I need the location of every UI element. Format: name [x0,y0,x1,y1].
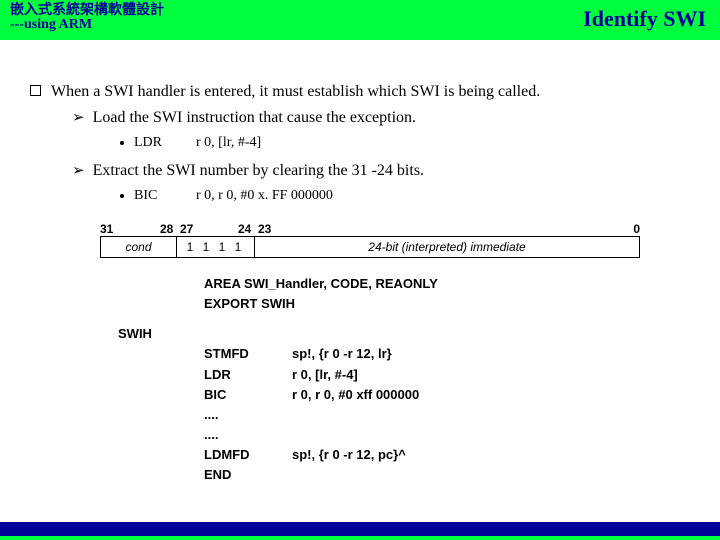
asm-stmfd-arg: sp!, {r 0 -r 12, lr} [292,344,392,364]
arrowhead-icon: ➢ [72,106,85,130]
asm-ldmfd-arg: sp!, {r 0 -r 12, pc}^ [292,445,406,465]
hollow-square-icon [30,85,41,96]
field-cond: cond [101,237,177,257]
code-line-1: LDR r 0, [lr, #-4] [30,132,690,153]
dot-icon [120,141,124,145]
bit-labels-row: 31 28 27 24 23 0 [100,220,640,236]
dot-icon [120,194,124,198]
asm-dots2: .... [204,425,292,445]
bit-24: 24 [238,220,251,238]
asm-ldr-mn: LDR [204,365,292,385]
slide-content: When a SWI handler is entered, it must e… [0,40,720,485]
bullet1-text: When a SWI handler is entered, it must e… [51,80,690,104]
asm-listing: AREA SWI_Handler, CODE, REAONLY EXPORT S… [118,274,690,485]
arrowhead-icon: ➢ [72,159,85,183]
slide-title: Identify SWI [583,2,706,32]
course-title-cn: 嵌入式系統架構軟體設計 [10,2,164,17]
field-opcode: 1 1 1 1 [177,237,255,257]
asm-export: EXPORT SWIH [204,294,295,314]
subbullet-1-text: Load the SWI instruction that cause the … [93,106,416,130]
field-immediate: 24-bit (interpreted) immediate [255,237,639,257]
slide-header: 嵌入式系統架構軟體設計 ---using ARM Identify SWI [0,0,720,40]
subbullet-1: ➢ Load the SWI instruction that cause th… [30,106,690,130]
asm-area: AREA SWI_Handler, CODE, REAONLY [204,274,438,294]
header-left-block: 嵌入式系統架構軟體設計 ---using ARM [10,2,164,33]
encoding-table: cond 1 1 1 1 24-bit (interpreted) immedi… [100,236,640,258]
code1-args: r 0, [lr, #-4] [196,132,261,153]
code2-args: r 0, r 0, #0 x. FF 000000 [196,185,333,206]
code1-mnemonic: LDR [134,132,196,153]
code2-mnemonic: BIC [134,185,196,206]
asm-label-swih: SWIH [118,324,204,344]
subbullet-2-text: Extract the SWI number by clearing the 3… [93,159,424,183]
asm-bic-mn: BIC [204,385,292,405]
asm-bic-arg: r 0, r 0, #0 xff 000000 [292,385,419,405]
bit-28: 28 [160,220,173,238]
slide-footer-bar [0,522,720,540]
asm-ldr-arg: r 0, [lr, #-4] [292,365,358,385]
asm-stmfd-mn: STMFD [204,344,292,364]
bit-27: 27 [180,220,193,238]
bit-23: 23 [258,220,271,238]
asm-end-mn: END [204,465,292,485]
asm-ldmfd-mn: LDMFD [204,445,292,465]
code-line-2: BIC r 0, r 0, #0 x. FF 000000 [30,185,690,206]
bullet-level1: When a SWI handler is entered, it must e… [30,80,690,104]
asm-dots1: .... [204,405,292,425]
subbullet-2: ➢ Extract the SWI number by clearing the… [30,159,690,183]
bit-0: 0 [633,220,640,238]
course-subtitle: ---using ARM [10,17,164,32]
instruction-encoding-diagram: 31 28 27 24 23 0 cond 1 1 1 1 24-bit (in… [100,220,640,258]
bit-31: 31 [100,220,113,238]
